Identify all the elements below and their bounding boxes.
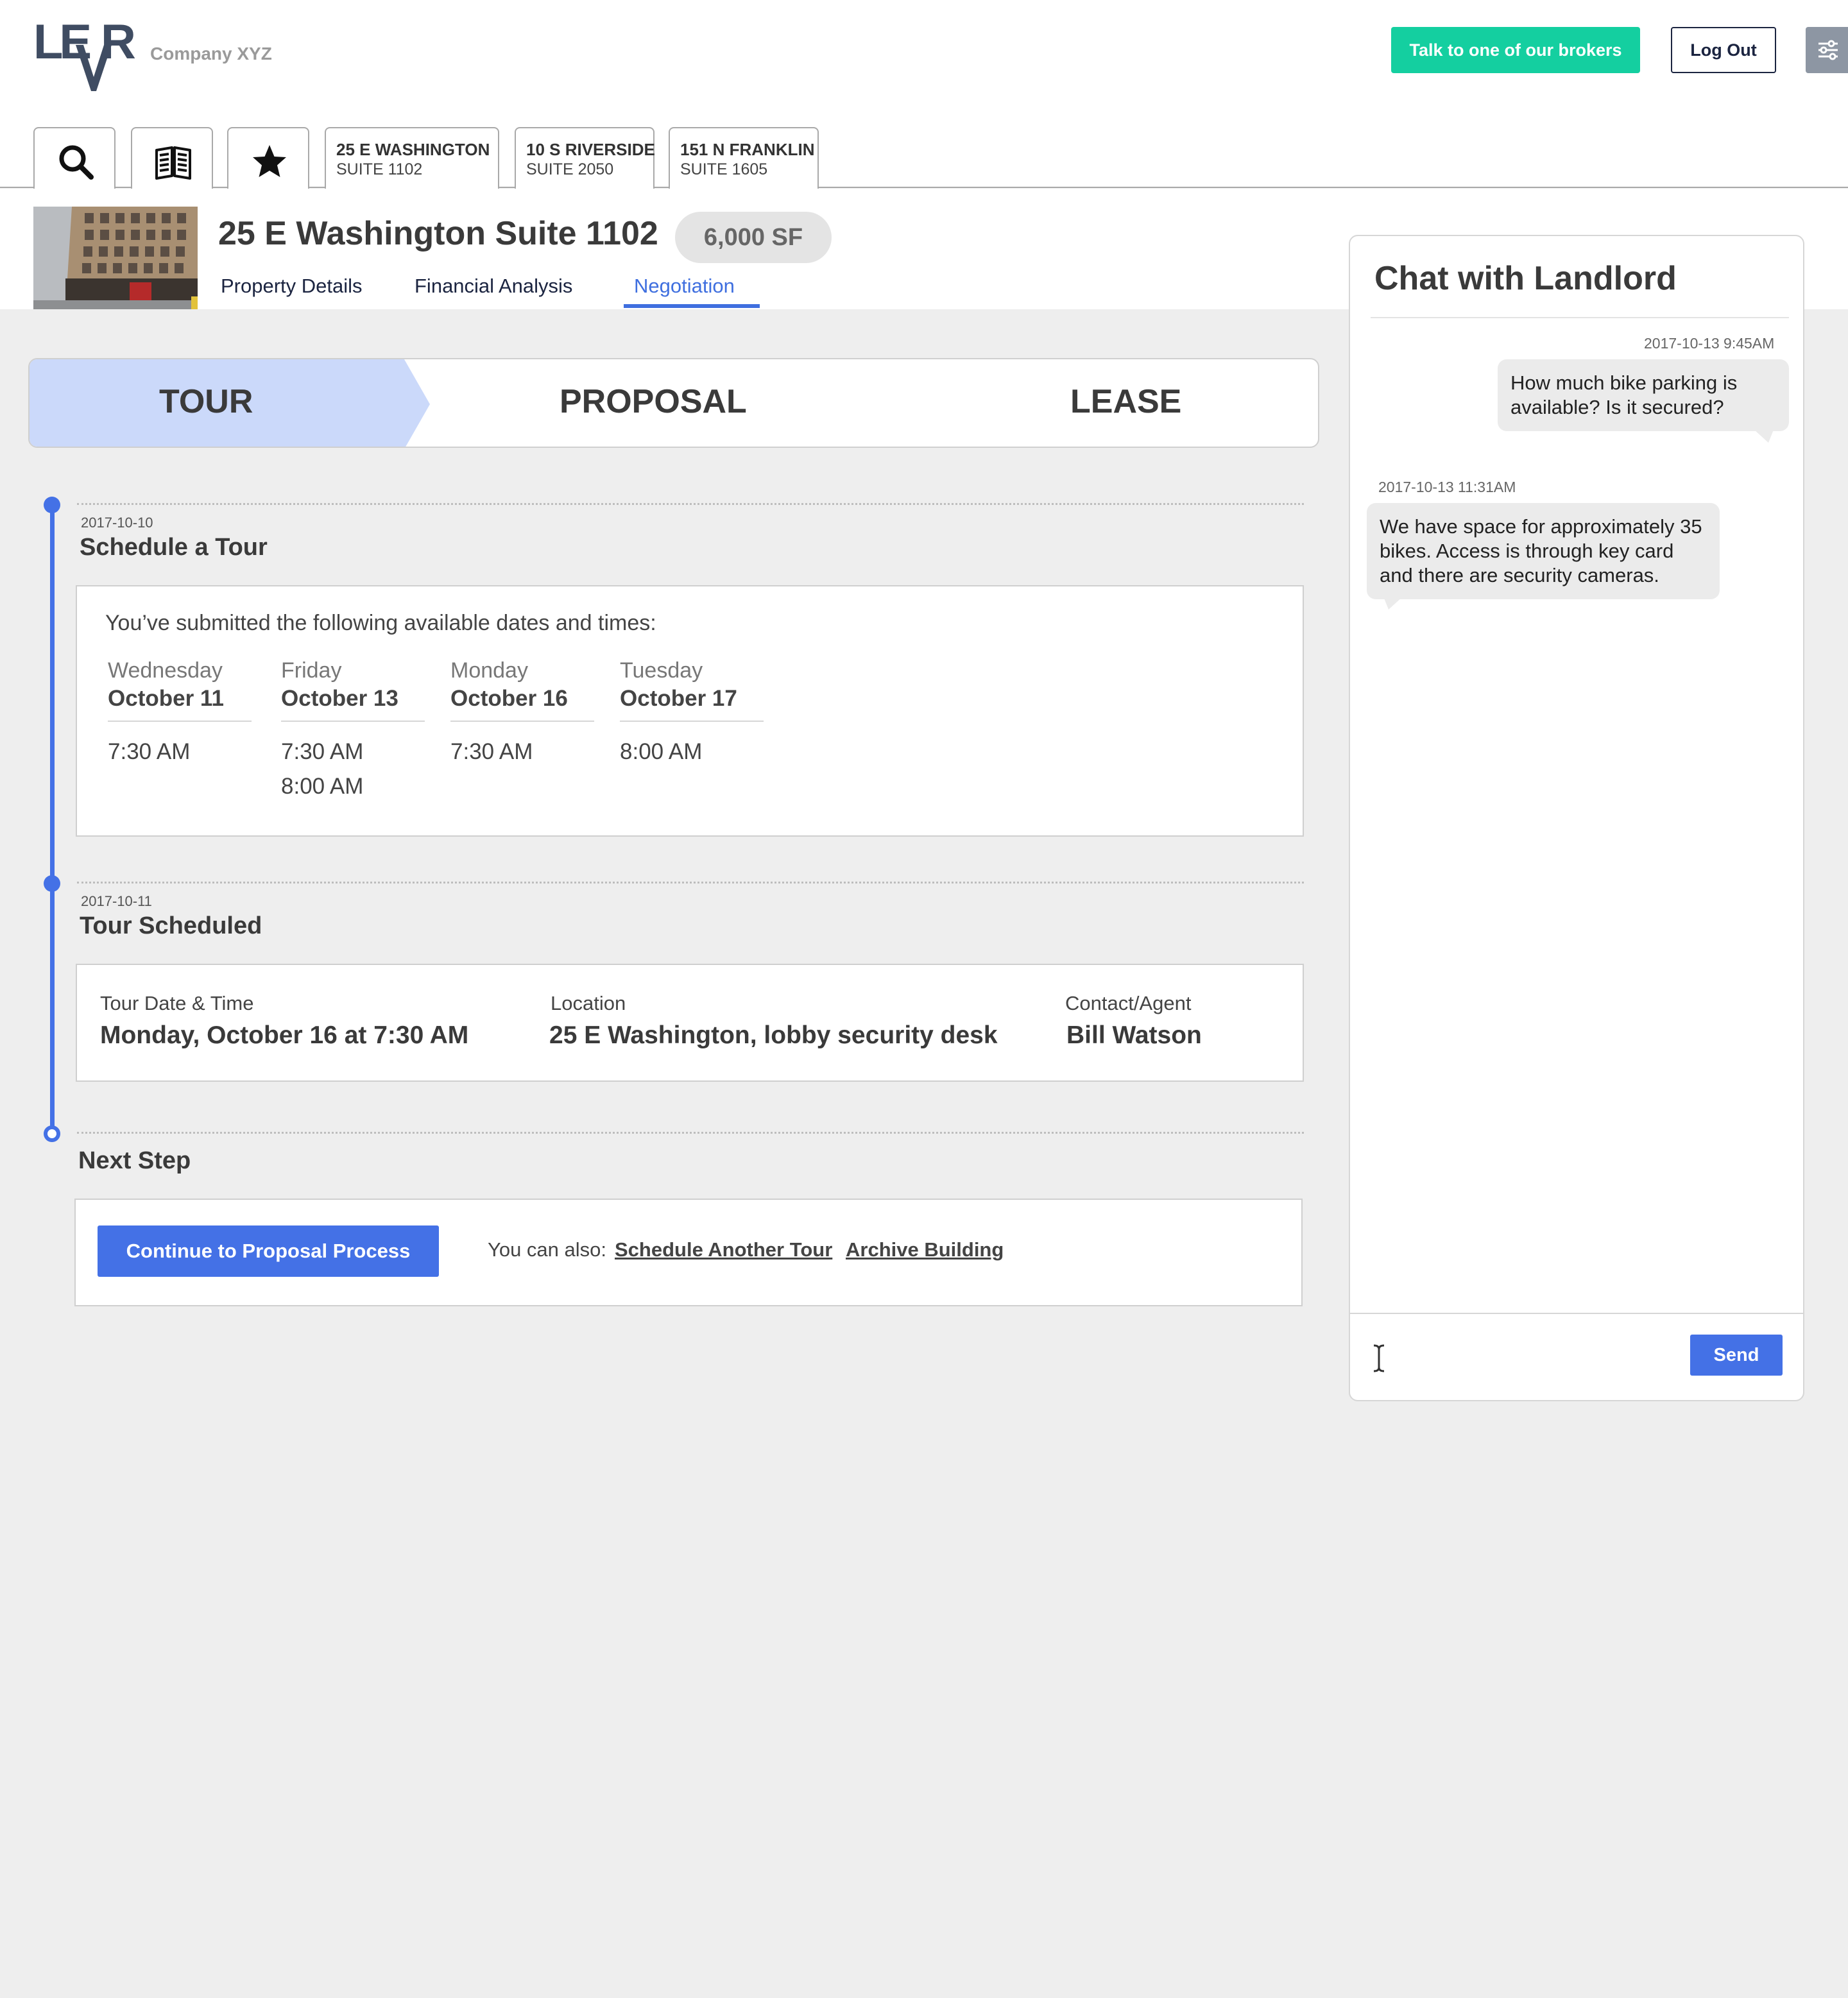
chat-title: Chat with Landlord [1374, 260, 1677, 297]
bubble-tail [1754, 430, 1774, 443]
day-divider [108, 721, 252, 722]
stage-lease[interactable]: LEASE [1070, 382, 1181, 421]
tab-property-address: 25 E WASHINGTON [336, 140, 490, 159]
stage-progress-bar: TOUR PROPOSAL LEASE [28, 358, 1319, 448]
timeline-line [50, 504, 55, 1134]
settings-button[interactable] [1806, 27, 1848, 73]
next-step-title: Next Step [78, 1147, 191, 1174]
tab-property-address: 151 N FRANKLIN [680, 140, 815, 159]
day-name: Friday [281, 658, 342, 683]
message-timestamp: 2017-10-13 11:31AM [1378, 479, 1516, 495]
day-column: Monday October 16 7:30 AM [450, 658, 594, 769]
archive-building-link[interactable]: Archive Building [846, 1238, 1004, 1261]
time-slot: 7:30 AM [450, 739, 533, 764]
tab-favorites[interactable] [227, 127, 309, 189]
tab-search[interactable] [33, 127, 116, 189]
event-title: Schedule a Tour [80, 534, 268, 561]
property-photo [33, 207, 198, 309]
day-divider [450, 721, 594, 722]
day-name: Tuesday [620, 658, 703, 683]
subtab-negotiation[interactable]: Negotiation [634, 275, 735, 298]
stage-proposal[interactable]: PROPOSAL [560, 382, 747, 421]
day-divider [281, 721, 425, 722]
day-name: Monday [450, 658, 528, 683]
day-name: Wednesday [108, 658, 223, 683]
tab-property-151-n-franklin[interactable]: 151 N FRANKLIN SUITE 1605 [669, 127, 819, 189]
day-date: October 13 [281, 686, 398, 711]
tab-property-25-e-washington[interactable]: 25 E WASHINGTON SUITE 1102 [325, 127, 499, 190]
availability-intro: You’ve submitted the following available… [105, 611, 656, 635]
property-title: 25 E Washington Suite 1102 [218, 215, 658, 252]
size-badge: 6,000 SF [675, 212, 832, 263]
send-button[interactable]: Send [1690, 1335, 1783, 1376]
day-date: October 11 [108, 686, 224, 711]
time-slot: 8:00 AM [281, 774, 364, 799]
timeline-dot [44, 875, 60, 892]
talk-to-brokers-button[interactable]: Talk to one of our brokers [1391, 27, 1640, 73]
day-divider [620, 721, 764, 722]
continue-to-proposal-button[interactable]: Continue to Proposal Process [98, 1225, 439, 1277]
message-timestamp: 2017-10-13 9:45AM [1644, 335, 1775, 352]
schedule-another-tour-link[interactable]: Schedule Another Tour [615, 1238, 832, 1261]
chat-message-input[interactable] [1367, 1328, 1675, 1386]
star-icon [253, 145, 286, 177]
day-date: October 17 [620, 686, 737, 711]
sliders-icon [1818, 40, 1838, 60]
event-title: Tour Scheduled [80, 912, 262, 939]
logout-button[interactable]: Log Out [1671, 27, 1776, 73]
day-column: Wednesday October 11 7:30 AM [108, 658, 252, 769]
book-icon [155, 146, 191, 180]
day-column: Tuesday October 17 8:00 AM [620, 658, 764, 769]
bubble-tail [1383, 597, 1403, 610]
timeline-dot [44, 497, 60, 513]
tour-contact-label: Contact/Agent [1065, 992, 1192, 1014]
day-date: October 16 [450, 686, 568, 711]
time-slot: 7:30 AM [281, 739, 364, 764]
time-slot: 8:00 AM [620, 739, 703, 764]
chat-divider [1371, 317, 1789, 318]
event-date: 2017-10-10 [81, 515, 153, 531]
timeline-divider [77, 503, 1304, 505]
chat-input-divider [1350, 1313, 1803, 1314]
message-bubble-received: We have space for approximately 35 bikes… [1367, 503, 1720, 599]
search-icon [59, 145, 94, 180]
day-column: Friday October 13 7:30 AM 8:00 AM [281, 658, 425, 804]
company-name: Company XYZ [150, 44, 272, 64]
tour-contact-value: Bill Watson [1066, 1021, 1202, 1049]
tour-datetime-label: Tour Date & Time [100, 992, 254, 1014]
message-bubble-sent: How much bike parking is available? Is i… [1498, 359, 1789, 431]
stage-tour[interactable]: TOUR [159, 382, 253, 421]
text-cursor-icon [1373, 1344, 1385, 1372]
timeline-divider [77, 1132, 1304, 1134]
tour-location-label: Location [551, 992, 626, 1014]
time-slot: 7:30 AM [108, 739, 191, 764]
also-label: You can also: [488, 1238, 607, 1261]
tour-datetime-value: Monday, October 16 at 7:30 AM [100, 1021, 469, 1049]
tab-brochure[interactable] [131, 127, 213, 189]
active-subtab-underline [624, 304, 760, 308]
tab-property-address: 10 S RIVERSIDE [526, 140, 655, 159]
logo-r: R [101, 15, 136, 69]
event-date: 2017-10-11 [81, 893, 152, 909]
tab-property-suite: SUITE 2050 [526, 160, 614, 178]
timeline-divider [77, 882, 1304, 884]
tab-property-suite: SUITE 1605 [680, 160, 768, 178]
tab-property-10-s-riverside[interactable]: 10 S RIVERSIDE SUITE 2050 [515, 127, 655, 189]
subtab-property-details[interactable]: Property Details [221, 275, 363, 298]
timeline-dot-current [44, 1125, 60, 1142]
subtab-financial-analysis[interactable]: Financial Analysis [415, 275, 572, 298]
tab-property-suite: SUITE 1102 [336, 160, 423, 178]
tour-location-value: 25 E Washington, lobby security desk [549, 1021, 998, 1049]
